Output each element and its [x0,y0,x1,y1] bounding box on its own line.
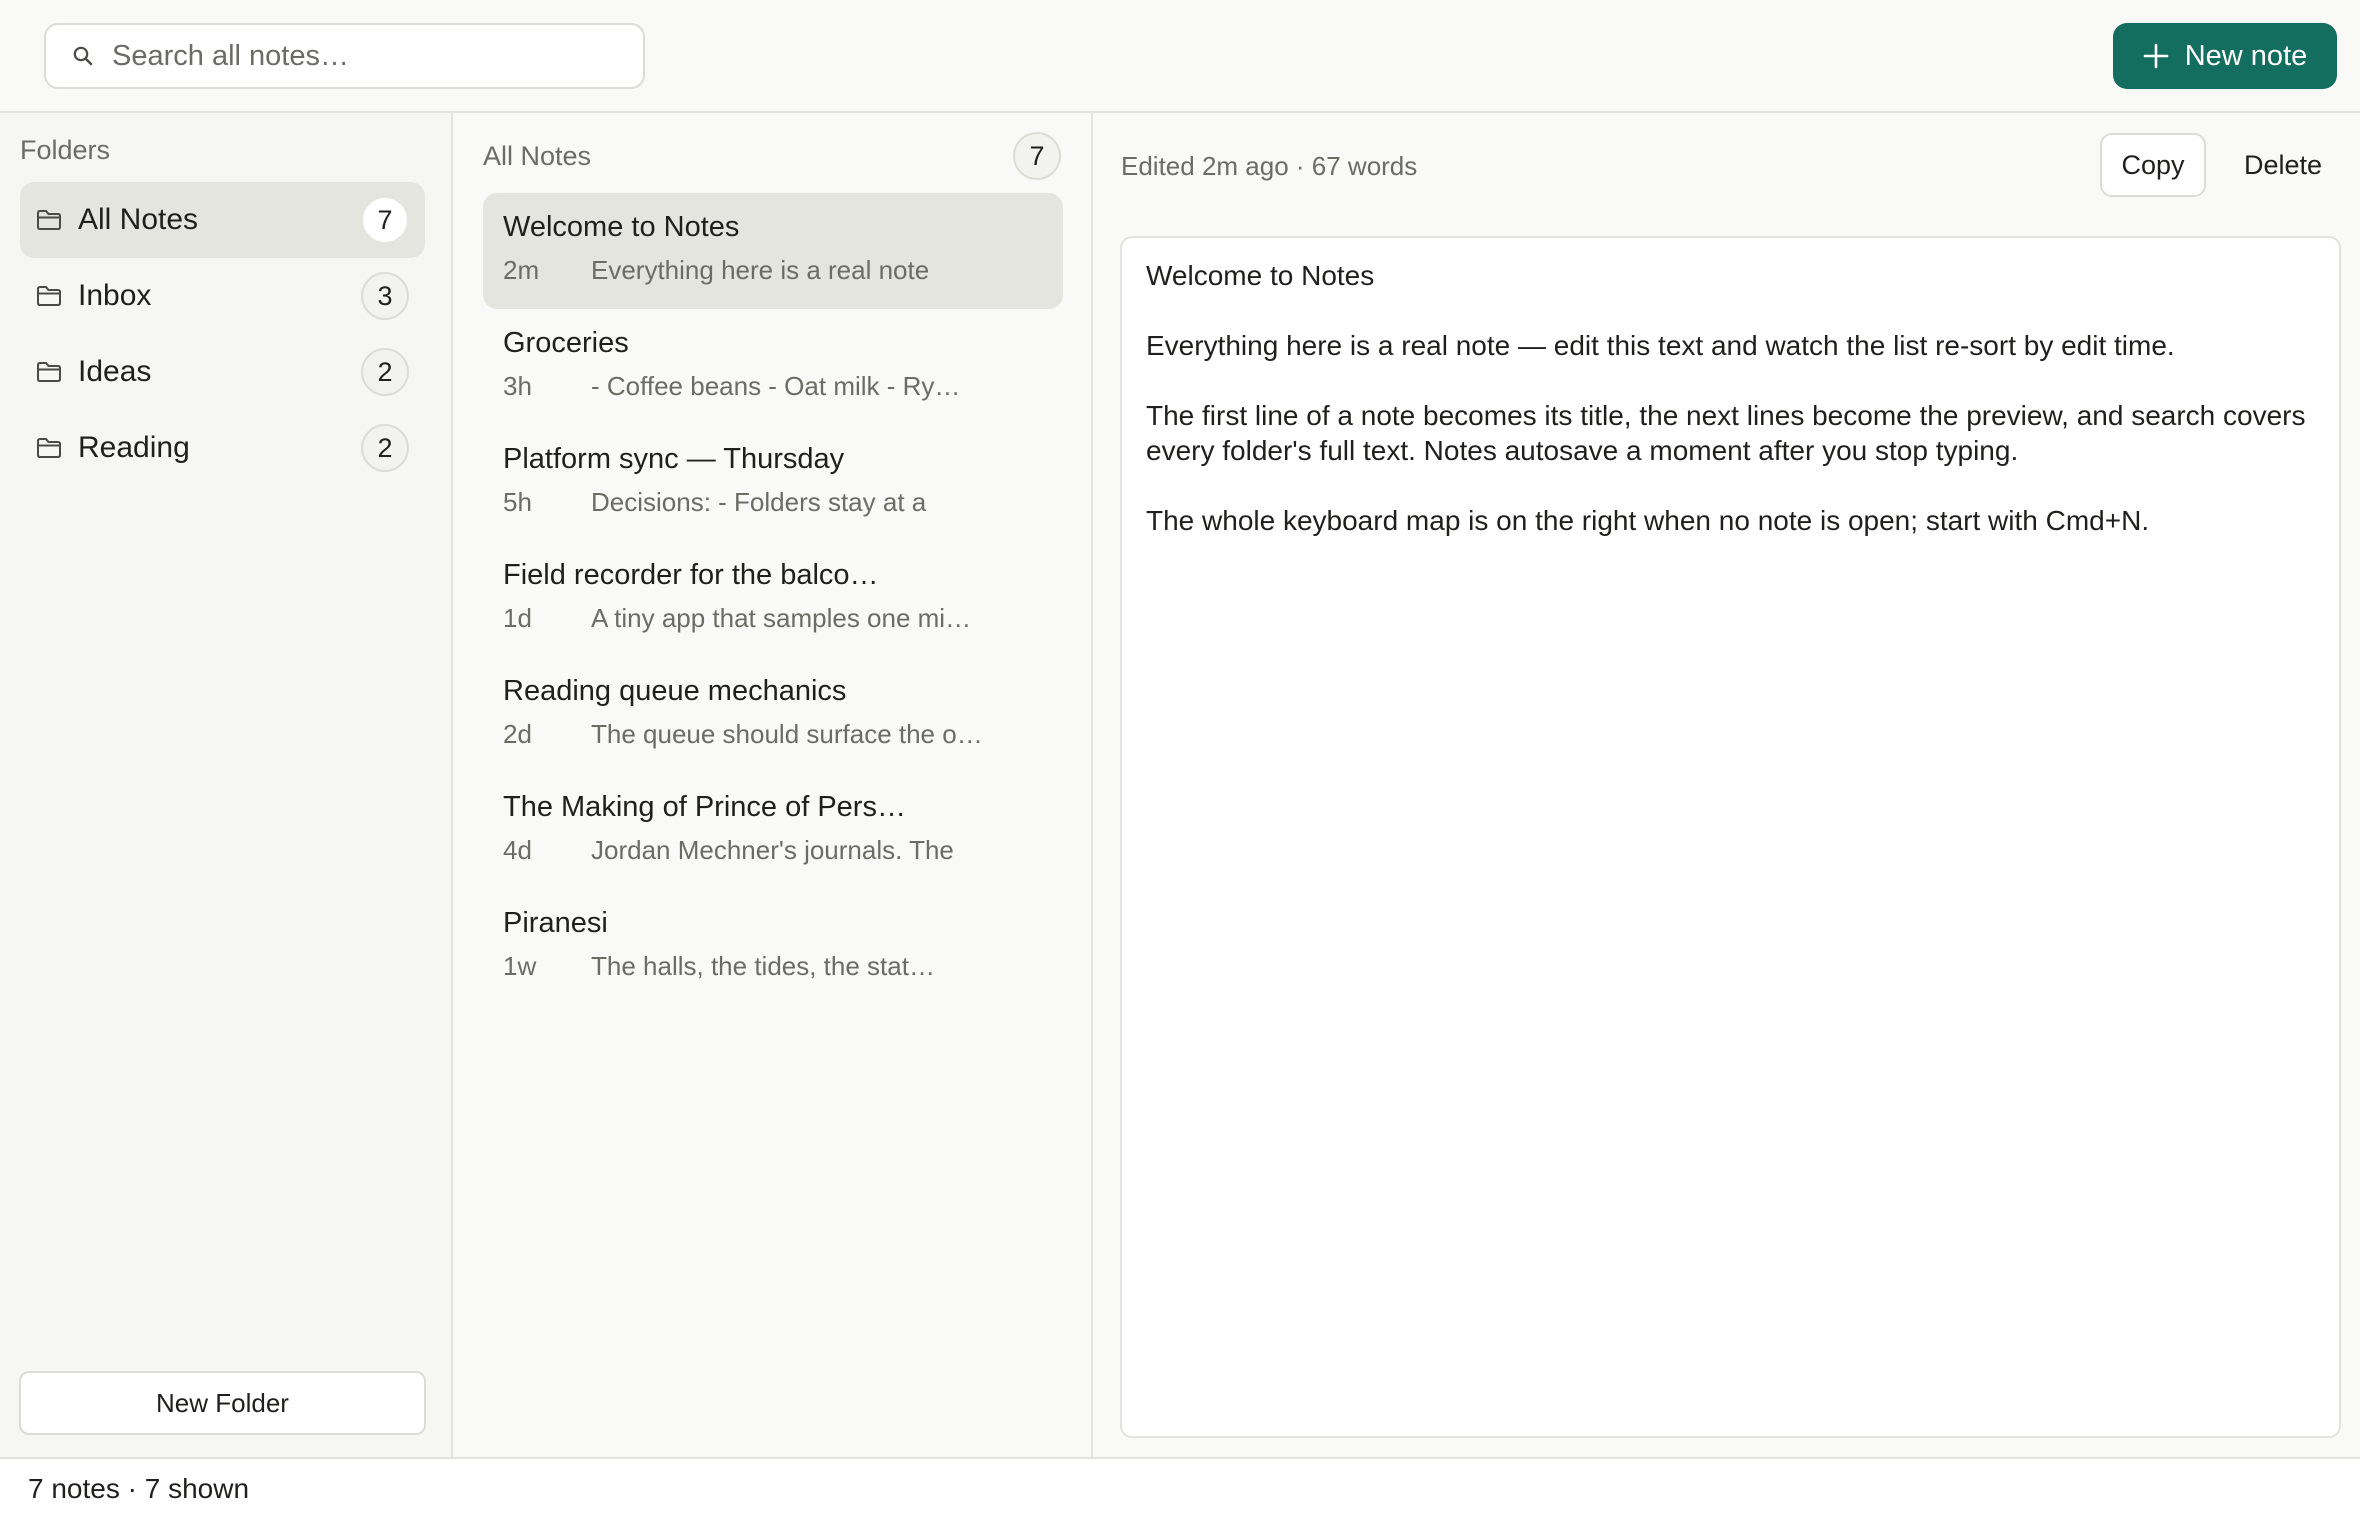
note-list-item[interactable]: Field recorder for the balco… 1d A tiny … [483,541,1063,657]
folder-count-badge: 3 [361,272,409,320]
note-time: 3h [503,371,532,401]
note-preview: Everything here is a real note [591,255,930,285]
folder-item-ideas[interactable]: Ideas 2 [20,334,425,410]
note-list: Welcome to Notes 2m Everything here is a… [483,193,1063,1005]
notes-list-heading: All Notes [483,141,592,171]
note-time: 5h [503,487,532,517]
folder-label: Inbox [78,279,152,312]
folders-sidebar: Folders All Notes 7 Inbox 3 Ideas 2 Read… [0,113,453,1457]
top-bar: New note [0,0,2360,113]
note-preview: Jordan Mechner's journals. The [591,835,954,865]
note-preview: Decisions: - Folders stay at a [591,487,927,517]
note-title: The Making of Prince of Pers… [503,791,906,823]
notes-list-pane: All Notes 7 Welcome to Notes 2m Everythi… [453,113,1093,1457]
folder-item-all-notes[interactable]: All Notes 7 [20,182,425,258]
editor-paragraph: The first line of a note becomes its tit… [1146,400,2306,466]
note-time: 4d [503,835,532,865]
folders-heading: Folders [20,135,111,165]
editor-pane: Edited 2m ago · 67 words Copy Delete Wel… [1093,113,2360,1457]
folder-label: Ideas [78,355,152,388]
note-list-item[interactable]: Groceries 3h - Coffee beans - Oat milk -… [483,309,1063,425]
folder-item-reading[interactable]: Reading 2 [20,410,425,486]
note-meta: 4d Jordan Mechner's journals. The [503,835,1043,866]
note-preview: The halls, the tides, the stat… [591,951,935,981]
folder-count-badge: 2 [361,424,409,472]
new-note-label: New note [2184,39,2308,72]
note-meta: 1w The halls, the tides, the stat… [503,951,1043,982]
status-text: 7 notes · 7 shown [28,1473,250,1504]
note-title: Platform sync — Thursday [503,443,845,475]
note-time: 2d [503,719,532,749]
note-preview: - Coffee beans - Oat milk - Ry… [591,371,961,401]
delete-button[interactable]: Delete [2223,133,2343,197]
note-list-item[interactable]: The Making of Prince of Pers… 4d Jordan … [483,773,1063,889]
note-preview: A tiny app that samples one mi… [591,603,972,633]
note-list-item[interactable]: Platform sync — Thursday 5h Decisions: -… [483,425,1063,541]
note-time: 1w [503,951,537,981]
note-meta: 5h Decisions: - Folders stay at a [503,487,1043,518]
copy-button[interactable]: Copy [2100,133,2206,197]
note-editor[interactable]: Welcome to Notes Everything here is a re… [1120,236,2341,1438]
new-folder-button[interactable]: New Folder [19,1371,426,1435]
folder-list: All Notes 7 Inbox 3 Ideas 2 Reading 2 [20,182,425,486]
folder-item-inbox[interactable]: Inbox 3 [20,258,425,334]
note-time: 2m [503,255,540,285]
note-meta: 3h - Coffee beans - Oat milk - Ry… [503,371,1043,402]
notes-count-badge: 7 [1013,132,1061,180]
search-box[interactable] [44,23,645,89]
search-input[interactable] [112,39,612,73]
folder-count-badge: 2 [361,348,409,396]
note-title: Field recorder for the balco… [503,559,879,591]
edit-status: Edited 2m ago · 67 words [1121,151,1418,181]
note-meta: 2m Everything here is a real note [503,255,1043,286]
folder-label: All Notes [78,203,199,236]
note-meta: 2d The queue should surface the o… [503,719,1043,750]
folder-icon [36,209,62,231]
note-title: Welcome to Notes [503,211,740,243]
folder-icon [36,361,62,383]
note-preview: The queue should surface the o… [591,719,983,749]
note-title: Reading queue mechanics [503,675,847,707]
editor-paragraph: Everything here is a real note — edit th… [1146,330,2175,361]
note-list-item[interactable]: Reading queue mechanics 2d The queue sho… [483,657,1063,773]
editor-paragraph: The whole keyboard map is on the right w… [1146,505,2150,536]
folder-icon [36,285,62,307]
note-time: 1d [503,603,532,633]
status-bar: 7 notes · 7 shown [0,1457,2360,1520]
search-icon [73,46,93,66]
note-list-item[interactable]: Welcome to Notes 2m Everything here is a… [483,193,1063,309]
plus-icon [2143,43,2169,69]
editor-line-title: Welcome to Notes [1146,260,1375,291]
folder-icon [36,437,62,459]
note-meta: 1d A tiny app that samples one mi… [503,603,1043,634]
folder-label: Reading [78,431,190,464]
note-title: Groceries [503,327,629,359]
note-title: Piranesi [503,907,608,939]
folder-count-badge: 7 [361,196,409,244]
note-list-item[interactable]: Piranesi 1w The halls, the tides, the st… [483,889,1063,1005]
new-note-button[interactable]: New note [2113,23,2337,89]
